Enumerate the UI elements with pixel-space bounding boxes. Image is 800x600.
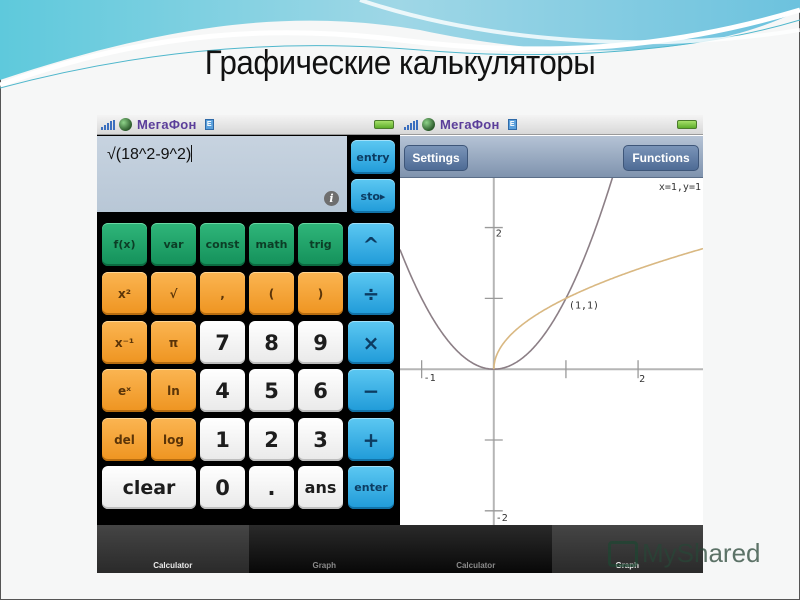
digit-5-button[interactable]: 5	[249, 369, 294, 412]
signal-icon	[404, 119, 418, 130]
x-tick-label: -1	[424, 373, 436, 384]
expression-input[interactable]: √(18^2-9^2)	[107, 145, 192, 164]
store-button[interactable]: sto▸	[351, 179, 395, 213]
status-bar: МегаФон E	[400, 115, 703, 135]
square-button[interactable]: x²	[102, 272, 147, 315]
x-tick-label: 2	[639, 374, 645, 385]
graph-screen: МегаФон E Settings Functions x=1,y=1 (1,…	[400, 115, 703, 573]
carrier-name: МегаФон	[137, 117, 197, 132]
battery-icon	[374, 120, 394, 129]
digit-7-button[interactable]: 7	[200, 321, 245, 364]
signal-icon	[101, 119, 115, 130]
comma-button[interactable]: ,	[200, 272, 245, 315]
digit-8-button[interactable]: 8	[249, 321, 294, 364]
variable-button[interactable]: var	[151, 223, 196, 266]
function-button[interactable]: f(x)	[102, 223, 147, 266]
digit-9-button[interactable]: 9	[298, 321, 343, 364]
y-tick-label: -2	[496, 513, 508, 524]
math-menu-button[interactable]: math	[249, 223, 294, 266]
digit-6-button[interactable]: 6	[298, 369, 343, 412]
multiply-button[interactable]: ×	[348, 321, 394, 364]
answer-button[interactable]: ans	[298, 466, 343, 509]
info-icon[interactable]: i	[324, 191, 339, 206]
enter-button[interactable]: enter	[348, 466, 394, 509]
status-bar: МегаФон E	[97, 115, 400, 135]
calculator-display[interactable]: √(18^2-9^2) i	[97, 136, 347, 212]
watermark-logo-icon	[608, 540, 638, 567]
divide-button[interactable]: ÷	[348, 272, 394, 315]
carrier-globe-icon	[422, 118, 435, 131]
ln-button[interactable]: ln	[151, 369, 196, 412]
constant-button[interactable]: const	[200, 223, 245, 266]
graph-navbar: Settings Functions	[400, 136, 703, 178]
edge-icon: E	[507, 119, 517, 130]
carrier-globe-icon	[119, 118, 132, 131]
calculator-screen: МегаФон E √(18^2-9^2) i entry sto▸ Calcu…	[97, 115, 400, 573]
watermark-text: MyShared	[642, 538, 761, 568]
power-button[interactable]: ^	[348, 223, 394, 266]
graph-plot-area[interactable]: x=1,y=1 (1,1) -1 2 2 -2	[400, 178, 703, 525]
y-tick-label: 2	[496, 229, 502, 240]
carrier-name: МегаФон	[440, 117, 500, 132]
digit-0-button[interactable]: 0	[200, 466, 245, 509]
decimal-button[interactable]: .	[249, 466, 294, 509]
pi-button[interactable]: π	[151, 321, 196, 364]
edge-icon: E	[204, 119, 214, 130]
battery-icon	[677, 120, 697, 129]
parabola-curve	[400, 178, 614, 370]
settings-button[interactable]: Settings	[404, 145, 468, 171]
sqrt-button[interactable]: √	[151, 272, 196, 315]
digit-2-button[interactable]: 2	[249, 418, 294, 461]
clear-button[interactable]: clear	[102, 466, 196, 509]
watermark: MyShared	[608, 538, 761, 569]
inverse-button[interactable]: x⁻¹	[102, 321, 147, 364]
trig-menu-button[interactable]: trig	[298, 223, 343, 266]
log-button[interactable]: log	[151, 418, 196, 461]
close-paren-button[interactable]: )	[298, 272, 343, 315]
functions-button[interactable]: Functions	[623, 145, 699, 171]
slide-title: Графические калькуляторы	[204, 44, 596, 82]
subtract-button[interactable]: −	[348, 369, 394, 412]
tab-graph[interactable]: Graph	[249, 525, 401, 573]
delete-button[interactable]: del	[102, 418, 147, 461]
add-button[interactable]: +	[348, 418, 394, 461]
tab-calculator[interactable]: Calculator	[97, 525, 249, 573]
open-paren-button[interactable]: (	[249, 272, 294, 315]
graph-canvas[interactable]: x=1,y=1 (1,1) -1 2 2 -2	[400, 178, 703, 525]
digit-4-button[interactable]: 4	[200, 369, 245, 412]
cursor-readout: x=1,y=1	[659, 182, 701, 193]
digit-3-button[interactable]: 3	[298, 418, 343, 461]
calculator-tab-bar: Calculator Graph	[97, 525, 400, 573]
intersection-label: (1,1)	[569, 300, 599, 311]
exp-button[interactable]: eˣ	[102, 369, 147, 412]
digit-1-button[interactable]: 1	[200, 418, 245, 461]
tab-calculator[interactable]: Calculator	[400, 525, 552, 573]
entry-button[interactable]: entry	[351, 140, 395, 174]
